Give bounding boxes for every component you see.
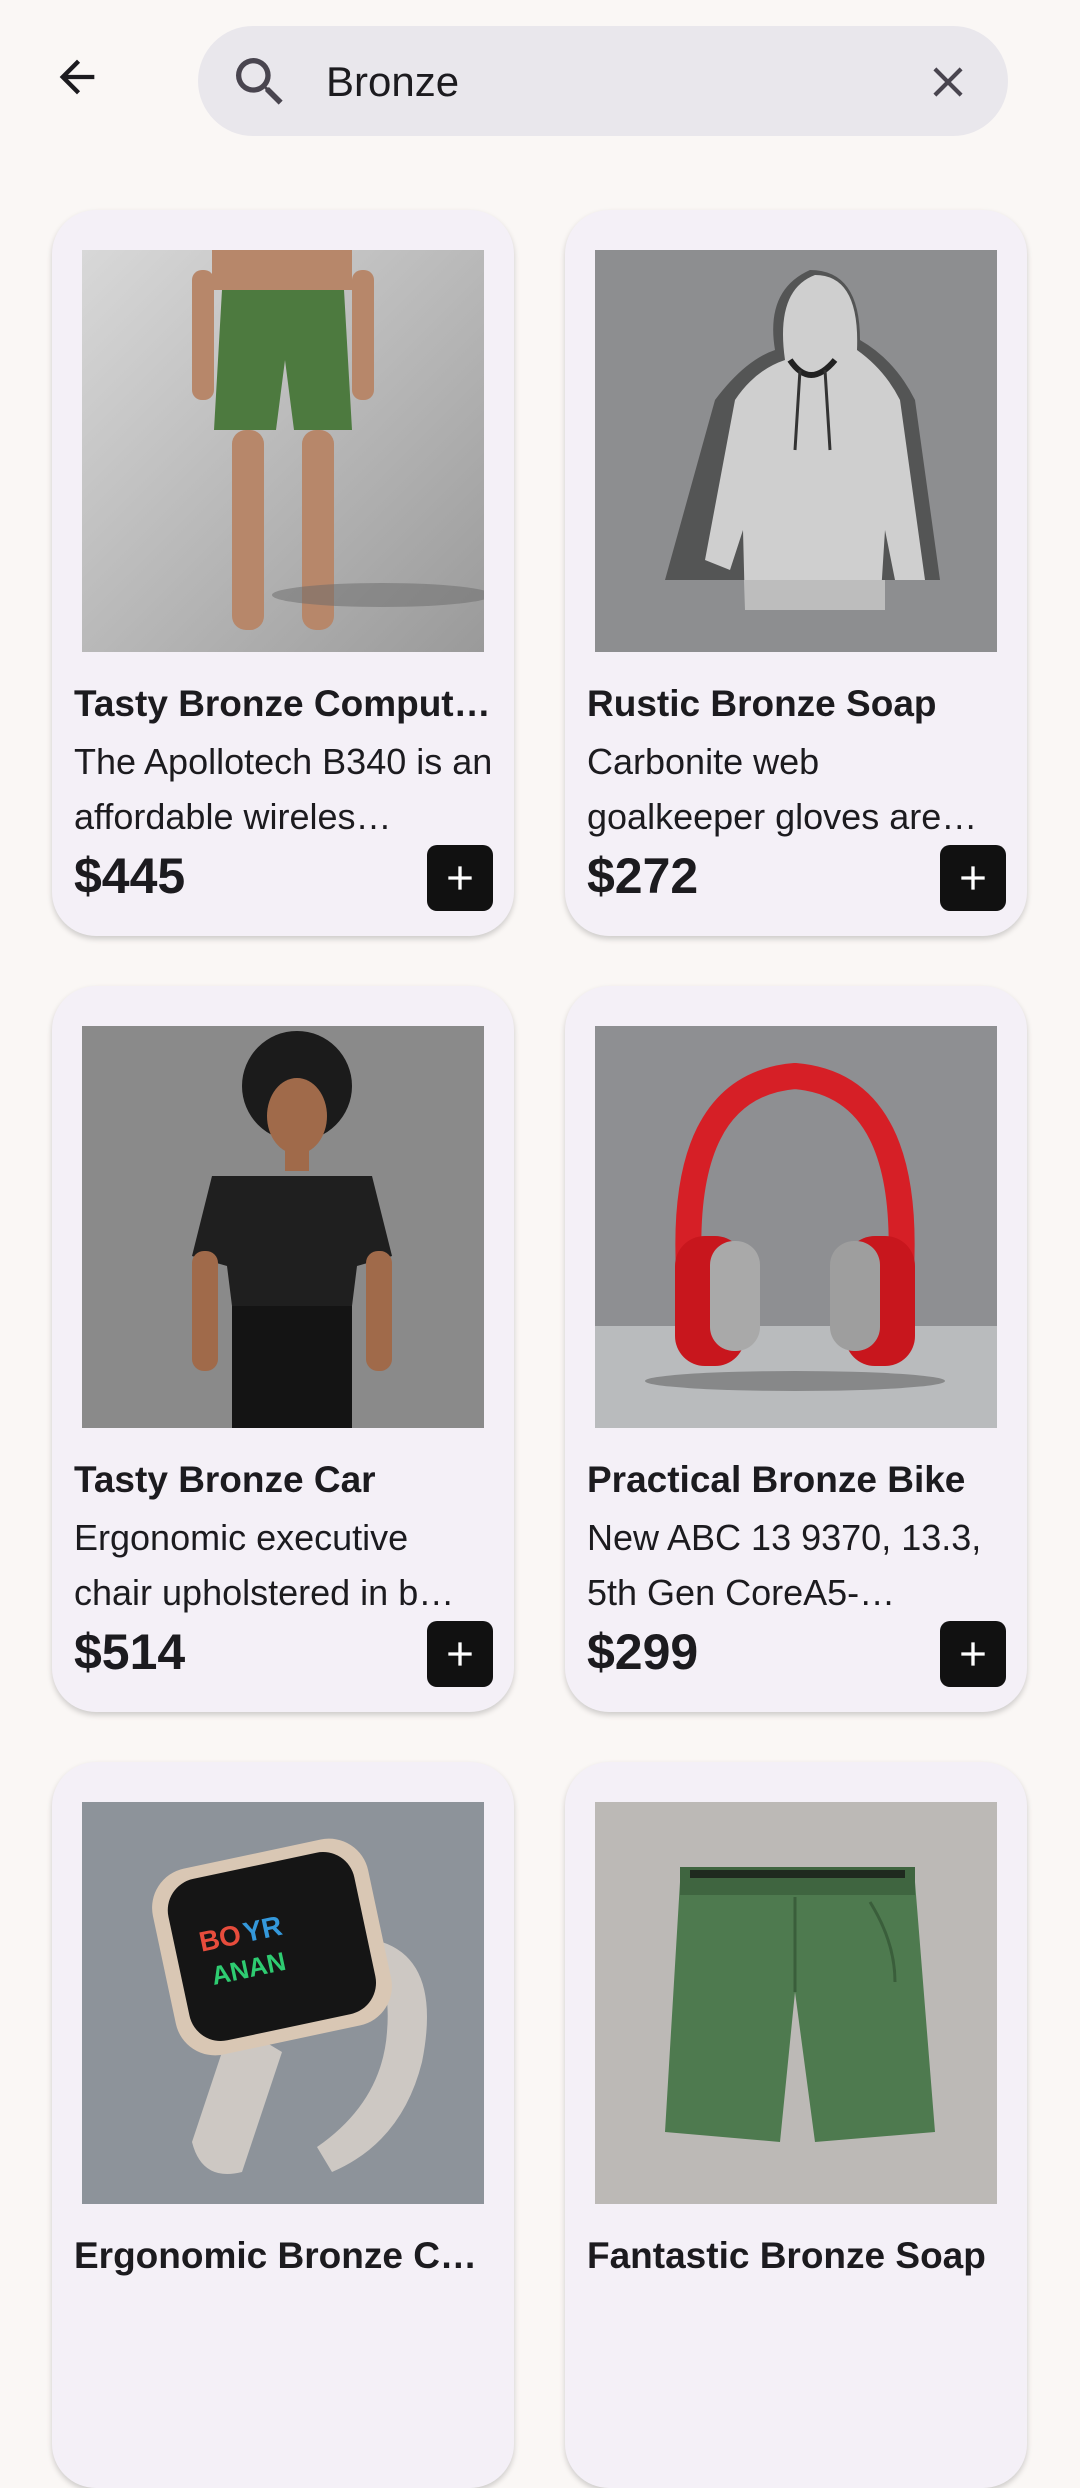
product-image xyxy=(595,250,997,652)
product-card[interactable]: Tasty Bronze Car Ergonomic executive cha… xyxy=(52,986,514,1712)
product-price: $299 xyxy=(587,1624,699,1680)
product-price: $514 xyxy=(74,1624,186,1680)
product-description: Carbonite web goalkeeper gloves are… xyxy=(587,741,978,837)
product-card[interactable]: Tasty Bronze Comput… The Apollotech B340… xyxy=(52,210,514,936)
product-title: Tasty Bronze Car xyxy=(74,1459,376,1500)
back-button[interactable] xyxy=(40,40,114,114)
product-title: Ergonomic Bronze Ch… xyxy=(74,2235,494,2276)
close-icon xyxy=(933,67,963,97)
product-title: Tasty Bronze Comput… xyxy=(74,683,491,724)
product-image xyxy=(595,1026,997,1428)
product-price: $272 xyxy=(587,848,699,904)
search-icon xyxy=(236,58,283,105)
search-bar[interactable] xyxy=(198,26,1008,136)
add-to-cart-button[interactable] xyxy=(940,845,1006,911)
product-image xyxy=(82,250,484,652)
add-to-cart-button[interactable] xyxy=(427,1621,493,1687)
top-bar xyxy=(0,0,1080,170)
plus-icon xyxy=(448,1642,472,1666)
product-description: New ABC 13 9370, 13.3, 5th Gen CoreA5-… xyxy=(587,1517,982,1613)
product-title: Rustic Bronze Soap xyxy=(587,683,937,724)
product-card[interactable]: Practical Bronze Bike New ABC 13 9370, 1… xyxy=(565,986,1027,1712)
product-image xyxy=(82,1026,484,1428)
product-title: Practical Bronze Bike xyxy=(587,1459,966,1500)
product-image: BO YR ANAN xyxy=(82,1802,484,2204)
arrow-left-icon xyxy=(59,59,95,95)
clear-search-button[interactable] xyxy=(916,50,980,114)
plus-icon xyxy=(961,866,985,890)
product-card[interactable]: Rustic Bronze Soap Carbonite web goalkee… xyxy=(565,210,1027,936)
product-card[interactable]: Fantastic Bronze Soap xyxy=(565,1762,1027,2488)
product-description: Ergonomic executive chair upholstered in… xyxy=(74,1517,455,1613)
product-image xyxy=(595,1802,997,2204)
plus-icon xyxy=(448,866,472,890)
product-title: Fantastic Bronze Soap xyxy=(587,2235,986,2276)
product-card[interactable]: BO YR ANAN Ergonomic Bronze Ch… xyxy=(52,1762,514,2488)
product-description: The Apollotech B340 is an affordable wir… xyxy=(74,741,493,837)
search-input[interactable] xyxy=(324,44,888,120)
add-to-cart-button[interactable] xyxy=(427,845,493,911)
plus-icon xyxy=(961,1642,985,1666)
product-price: $445 xyxy=(74,848,186,904)
add-to-cart-button[interactable] xyxy=(940,1621,1006,1687)
